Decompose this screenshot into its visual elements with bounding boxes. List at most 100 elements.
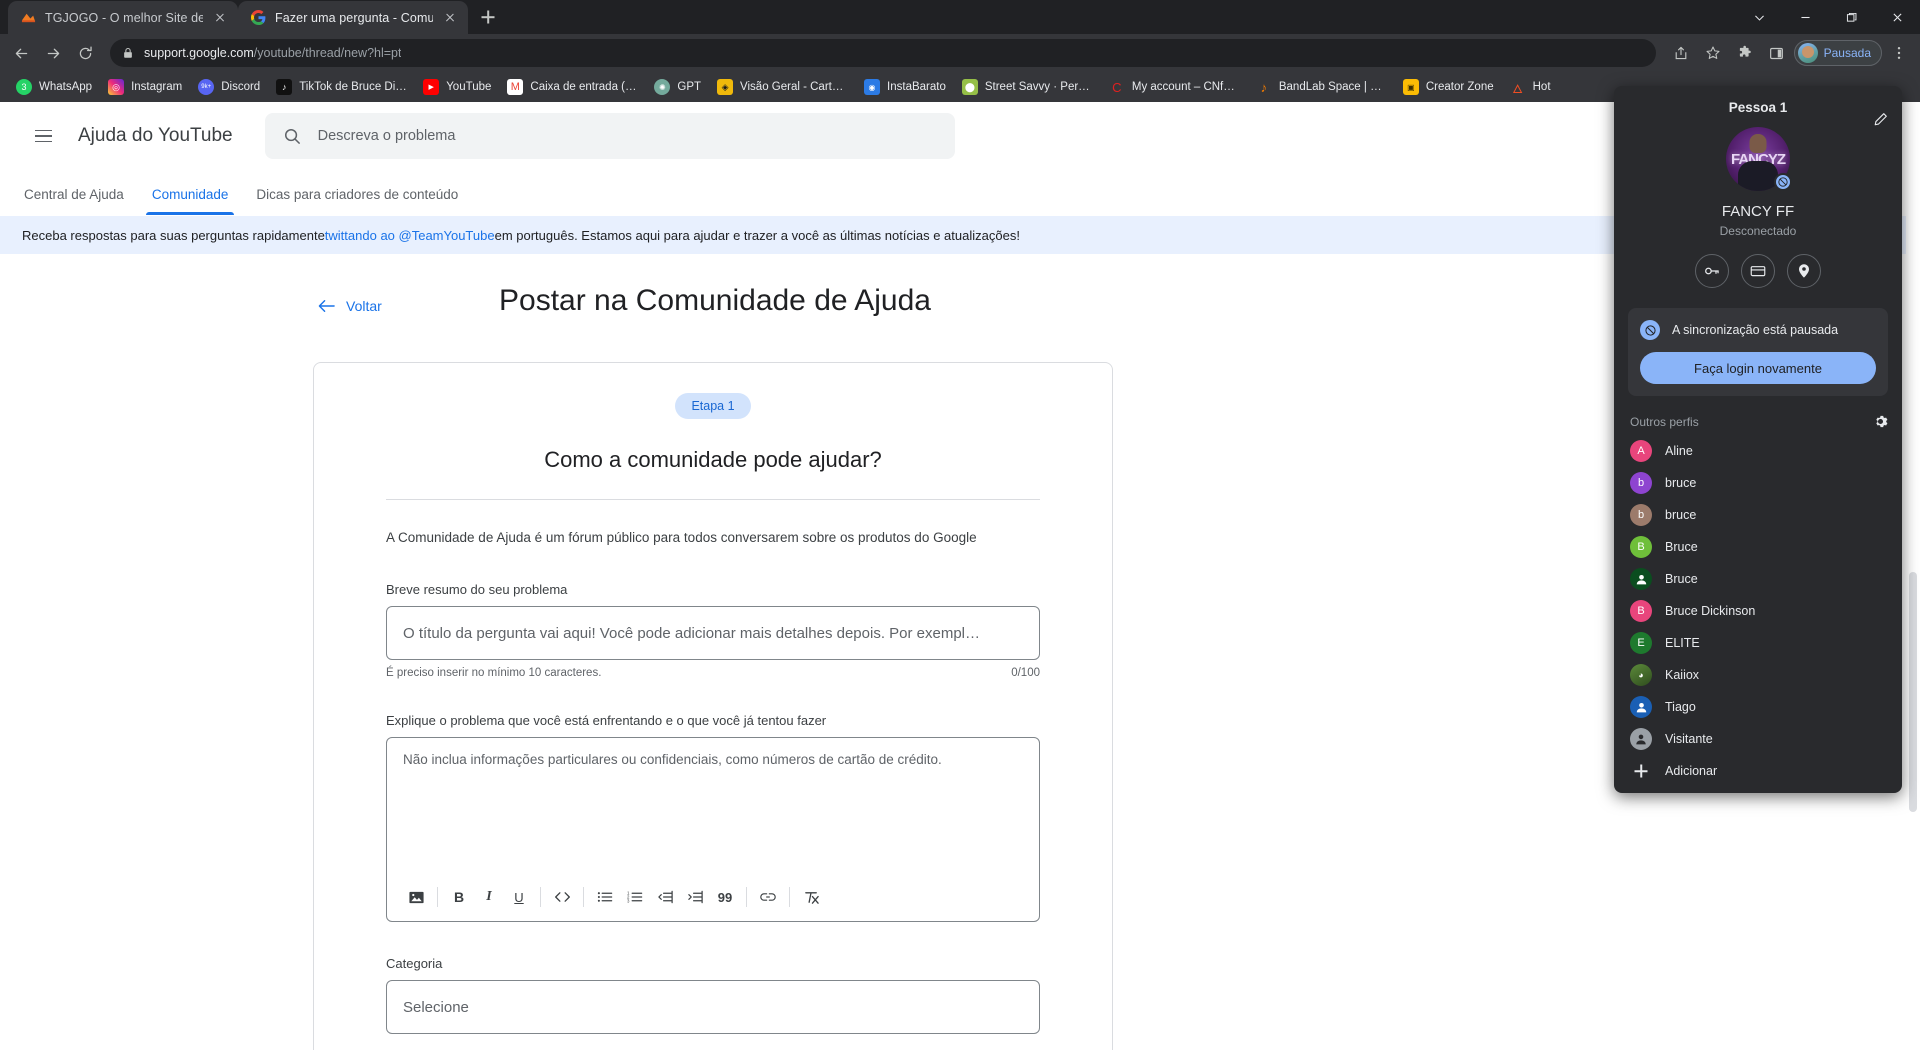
address-bar[interactable]: support.google.com/youtube/thread/new?hl… bbox=[110, 39, 1656, 67]
close-icon[interactable] bbox=[212, 10, 228, 26]
side-panel-icon[interactable] bbox=[1762, 38, 1792, 68]
profile-list-item[interactable]: Tiago bbox=[1614, 691, 1902, 723]
pencil-icon[interactable] bbox=[1873, 112, 1888, 127]
numbered-list-icon[interactable]: 123 bbox=[620, 883, 650, 911]
back-icon[interactable] bbox=[6, 38, 36, 68]
chevron-down-icon[interactable] bbox=[1736, 0, 1782, 34]
details-editor[interactable]: Não inclua informações particulares ou c… bbox=[386, 737, 1040, 923]
category-select[interactable]: Selecione bbox=[386, 980, 1040, 1035]
scrollbar-thumb[interactable] bbox=[1909, 572, 1917, 812]
outdent-icon[interactable] bbox=[650, 883, 680, 911]
profile-list-item[interactable]: B Bruce Dickinson bbox=[1614, 595, 1902, 627]
new-tab-button[interactable] bbox=[474, 3, 502, 31]
divider bbox=[746, 887, 747, 908]
add-profile-button[interactable]: Adicionar bbox=[1614, 755, 1902, 787]
indent-icon[interactable] bbox=[680, 883, 710, 911]
maximize-icon[interactable] bbox=[1828, 0, 1874, 34]
bookmark-item[interactable]: 🜂 Hot bbox=[1502, 76, 1559, 98]
bookmark-label: Instagram bbox=[131, 81, 183, 93]
sync-status-row: A sincronização está pausada bbox=[1640, 320, 1876, 340]
tab-comunidade[interactable]: Comunidade bbox=[138, 187, 243, 215]
close-icon[interactable] bbox=[442, 10, 458, 26]
bold-icon[interactable]: B bbox=[444, 883, 474, 911]
bookmark-item[interactable]: ▣ Creator Zone bbox=[1395, 76, 1502, 98]
profile-list-item[interactable]: B Bruce bbox=[1614, 531, 1902, 563]
profile-label: Tiago bbox=[1665, 700, 1696, 714]
avatar: ◕ bbox=[1630, 664, 1652, 686]
clear-formatting-icon[interactable] bbox=[796, 883, 826, 911]
share-icon[interactable] bbox=[1666, 38, 1696, 68]
sync-status-card: A sincronização está pausada Faça login … bbox=[1628, 308, 1888, 396]
bookmark-item[interactable]: C My account – CNfa… bbox=[1101, 76, 1248, 98]
summary-input[interactable]: O título da pergunta vai aqui! Você pode… bbox=[386, 606, 1040, 661]
tab-central-de-ajuda[interactable]: Central de Ajuda bbox=[22, 187, 138, 215]
quote-icon[interactable]: 99 bbox=[710, 883, 740, 911]
tab-dicas-criadores[interactable]: Dicas para criadores de conteúdo bbox=[242, 187, 472, 215]
avatar bbox=[1630, 568, 1652, 590]
bookmark-item[interactable]: ♪ BandLab Space | Pr… bbox=[1248, 76, 1395, 98]
bookmark-item[interactable]: ✺ GPT bbox=[646, 76, 709, 98]
profile-list-item-guest[interactable]: Visitante bbox=[1614, 723, 1902, 755]
profile-list-item[interactable]: ◕ Kaiiox bbox=[1614, 659, 1902, 691]
bookmark-item[interactable]: ▶ YouTube bbox=[415, 76, 499, 98]
hamburger-icon[interactable] bbox=[22, 115, 64, 157]
image-icon[interactable] bbox=[401, 883, 431, 911]
profile-list-item[interactable]: b bruce bbox=[1614, 467, 1902, 499]
category-value: Selecione bbox=[403, 998, 469, 1016]
hotmart-icon: 🜂 bbox=[1512, 81, 1523, 96]
bookmark-label: Hot bbox=[1532, 81, 1551, 93]
details-label: Explique o problema que você está enfren… bbox=[386, 713, 827, 729]
tab-label: Comunidade bbox=[151, 187, 229, 202]
summary-counter: 0/100 bbox=[1011, 667, 1040, 680]
close-window-icon[interactable] bbox=[1874, 0, 1920, 34]
minimize-icon[interactable] bbox=[1782, 0, 1828, 34]
browser-tab-2[interactable]: Fazer uma pergunta - Comunidad bbox=[238, 1, 468, 34]
notice-link[interactable]: twittando ao @TeamYouTube bbox=[325, 228, 495, 243]
url-domain: support.google.com bbox=[144, 46, 254, 60]
reload-icon[interactable] bbox=[70, 38, 100, 68]
italic-icon[interactable]: I bbox=[474, 883, 504, 911]
browser-tab-1[interactable]: TGJOGO - O melhor Site de apos bbox=[8, 1, 238, 34]
underline-icon[interactable]: U bbox=[504, 883, 534, 911]
link-icon[interactable] bbox=[753, 883, 783, 911]
summary-placeholder: O título da pergunta vai aqui! Você pode… bbox=[403, 624, 981, 642]
profile-chip-button[interactable]: Pausada bbox=[1793, 40, 1882, 66]
flyout-header: Pessoa 1 FANCYZ FANCY FF Desconectado bbox=[1614, 86, 1902, 288]
profile-list-item[interactable]: Bruce bbox=[1614, 563, 1902, 595]
page-title: Postar na Comunidade de Ajuda bbox=[499, 284, 931, 317]
profile-list-item[interactable]: b bruce bbox=[1614, 499, 1902, 531]
page-scrollbar[interactable] bbox=[1906, 102, 1920, 1050]
profile-list-item[interactable]: E ELITE bbox=[1614, 627, 1902, 659]
gear-icon[interactable] bbox=[1873, 414, 1888, 429]
bookmark-item[interactable]: 3 WhatsApp bbox=[8, 76, 100, 98]
addresses-icon[interactable] bbox=[1787, 254, 1821, 288]
bookmark-item[interactable]: ◉ InstaBarato bbox=[856, 76, 954, 98]
guest-avatar bbox=[1630, 728, 1652, 750]
forward-icon[interactable] bbox=[38, 38, 68, 68]
bookmark-item[interactable]: ⬤ Street Savvy · Perso… bbox=[954, 76, 1101, 98]
bookmark-item[interactable]: ♪ TikTok de Bruce Dic… bbox=[268, 76, 415, 98]
star-icon[interactable] bbox=[1698, 38, 1728, 68]
search-input[interactable]: Descreva o problema bbox=[264, 113, 955, 159]
three-dot-menu-icon[interactable] bbox=[1884, 38, 1914, 68]
bulleted-list-icon[interactable] bbox=[590, 883, 620, 911]
category-field: Categoria Selecione bbox=[386, 956, 1040, 1035]
divider bbox=[789, 887, 790, 908]
bookmark-item[interactable]: ◈ Visão Geral - Cartei… bbox=[709, 76, 856, 98]
bookmark-label: Creator Zone bbox=[1425, 81, 1494, 93]
code-icon[interactable] bbox=[547, 883, 577, 911]
passwords-icon[interactable] bbox=[1695, 254, 1729, 288]
divider bbox=[386, 499, 1040, 500]
bookmark-item[interactable]: M Caixa de entrada (5… bbox=[499, 76, 646, 98]
puzzle-icon[interactable] bbox=[1730, 38, 1760, 68]
payment-methods-icon[interactable] bbox=[1741, 254, 1775, 288]
bookmark-label: InstaBarato bbox=[887, 81, 946, 93]
summary-helper-text: É preciso inserir no mínimo 10 caractere… bbox=[386, 667, 602, 680]
profile-list-item[interactable]: A Aline bbox=[1614, 435, 1902, 467]
tab-strip: TGJOGO - O melhor Site de apos Fazer uma… bbox=[0, 0, 1736, 34]
bookmark-item[interactable]: 9k+ Discord bbox=[190, 76, 268, 98]
profile-label: bruce bbox=[1665, 508, 1697, 522]
sign-in-again-button[interactable]: Faça login novamente bbox=[1640, 352, 1876, 384]
bookmark-item[interactable]: ◎ Instagram bbox=[100, 76, 190, 98]
svg-text:3: 3 bbox=[627, 899, 630, 904]
